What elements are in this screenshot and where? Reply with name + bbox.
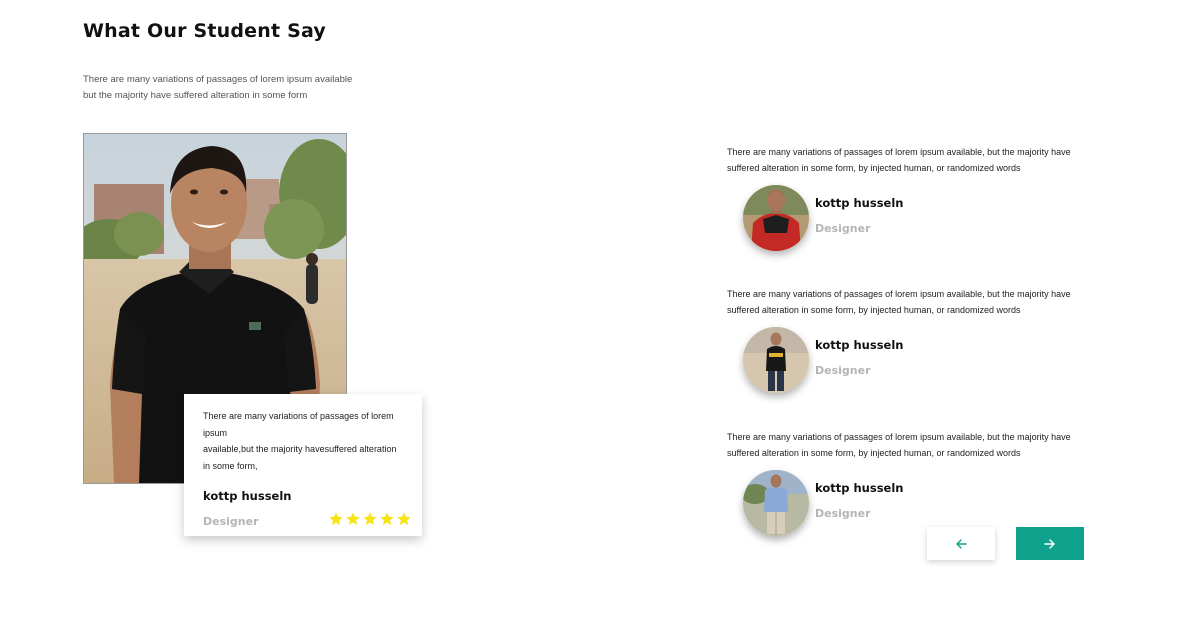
star-icon	[380, 512, 394, 525]
testimonial-quote-line-1: There are many variations of passages of…	[727, 289, 1071, 299]
testimonial-item: There are many variations of passages of…	[727, 286, 1117, 396]
star-icon	[329, 512, 343, 525]
testimonial-quote: There are many variations of passages of…	[727, 144, 1112, 176]
featured-student-name: kottp husseln	[203, 489, 292, 503]
featured-quote-line-1: There are many variations of passages of…	[203, 411, 394, 438]
featured-quote-line-3: in some form,	[203, 460, 258, 471]
star-icon	[363, 512, 377, 525]
testimonial-name: kottp husseln	[815, 196, 904, 210]
testimonial-role: Designer	[815, 364, 871, 377]
testimonial-role: Designer	[815, 222, 871, 235]
featured-testimonial-card: There are many variations of passages of…	[184, 394, 422, 536]
arrow-left-icon	[956, 538, 967, 549]
testimonial-name: kottp husseln	[815, 481, 904, 495]
testimonial-quote-line-1: There are many variations of passages of…	[727, 432, 1071, 442]
featured-student-role: Designer	[203, 515, 259, 528]
avatar	[743, 470, 809, 536]
testimonial-quote-line-2: suffered alteration in some form, by inj…	[727, 163, 1021, 173]
featured-quote-line-2: available,but the majority havesuffered …	[203, 444, 397, 454]
prev-button[interactable]	[927, 527, 995, 560]
arrow-right-icon	[1044, 538, 1055, 549]
subtitle-line-2: but the majority have suffered alteratio…	[83, 90, 308, 101]
next-button[interactable]	[1016, 527, 1084, 560]
testimonial-name: kottp husseln	[815, 338, 904, 352]
testimonial-role: Designer	[815, 507, 871, 520]
section-subtitle: There are many variations of passages of…	[83, 72, 383, 104]
section-title: What Our Student Say	[83, 20, 326, 42]
featured-quote: There are many variations of passages of…	[203, 408, 415, 474]
testimonial-item: There are many variations of passages of…	[727, 144, 1117, 254]
testimonial-quote: There are many variations of passages of…	[727, 429, 1112, 461]
testimonial-quote-line-2: suffered alteration in some form, by inj…	[727, 305, 1021, 315]
subtitle-line-1: There are many variations of passages of…	[83, 74, 353, 85]
star-icon	[397, 512, 411, 525]
testimonial-quote-line-1: There are many variations of passages of…	[727, 147, 1071, 157]
testimonial-quote: There are many variations of passages of…	[727, 286, 1112, 318]
star-icon	[346, 512, 360, 525]
testimonial-quote-line-2: suffered alteration in some form, by inj…	[727, 448, 1021, 458]
avatar	[743, 327, 809, 393]
testimonial-item: There are many variations of passages of…	[727, 429, 1117, 539]
rating-stars	[328, 511, 412, 527]
avatar	[743, 185, 809, 251]
